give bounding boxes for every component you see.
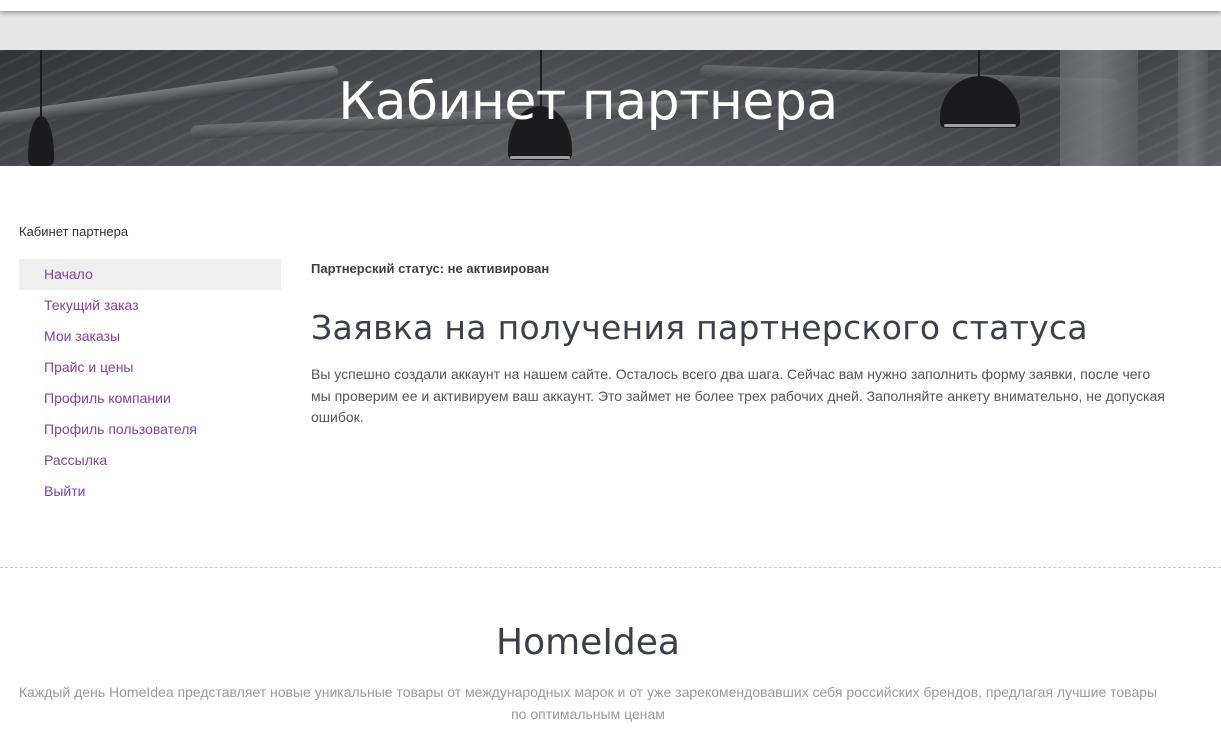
sidebar-item-prices[interactable]: Прайс и цены [19, 352, 281, 383]
footer-divider [0, 567, 1221, 568]
sidebar-title: Кабинет партнера [19, 224, 129, 239]
sidebar-item-company-profile[interactable]: Профиль компании [19, 383, 281, 414]
hero-pillar [1178, 50, 1208, 166]
footer-tagline: Каждый день HomeIdea представляет новые … [18, 684, 1158, 722]
sidebar-item-home[interactable]: Начало [19, 259, 281, 290]
partner-status: Партнерский статус: не активирован [311, 261, 550, 276]
sidebar-item-user-profile[interactable]: Профиль пользователя [19, 414, 281, 445]
footer-brand: HomeIdea [496, 622, 680, 663]
lamp-rim [510, 156, 570, 159]
section-heading: Заявка на получения партнерского статуса [311, 308, 1088, 347]
top-bar [0, 0, 1221, 50]
sidebar-item-current-order[interactable]: Текущий заказ [19, 290, 281, 321]
intro-text: Вы успешно создали аккаунт на нашем сайт… [311, 366, 1165, 425]
top-bar-shadow [0, 0, 1221, 11]
sidebar-item-my-orders[interactable]: Мои заказы [19, 321, 281, 352]
sidebar-item-logout[interactable]: Выйти [19, 476, 281, 507]
sidebar-item-newsletter[interactable]: Рассылка [19, 445, 281, 476]
sidebar-menu: Начало Текущий заказ Мои заказы Прайс и … [19, 259, 281, 507]
page-title: Кабинет партнера [338, 72, 838, 132]
